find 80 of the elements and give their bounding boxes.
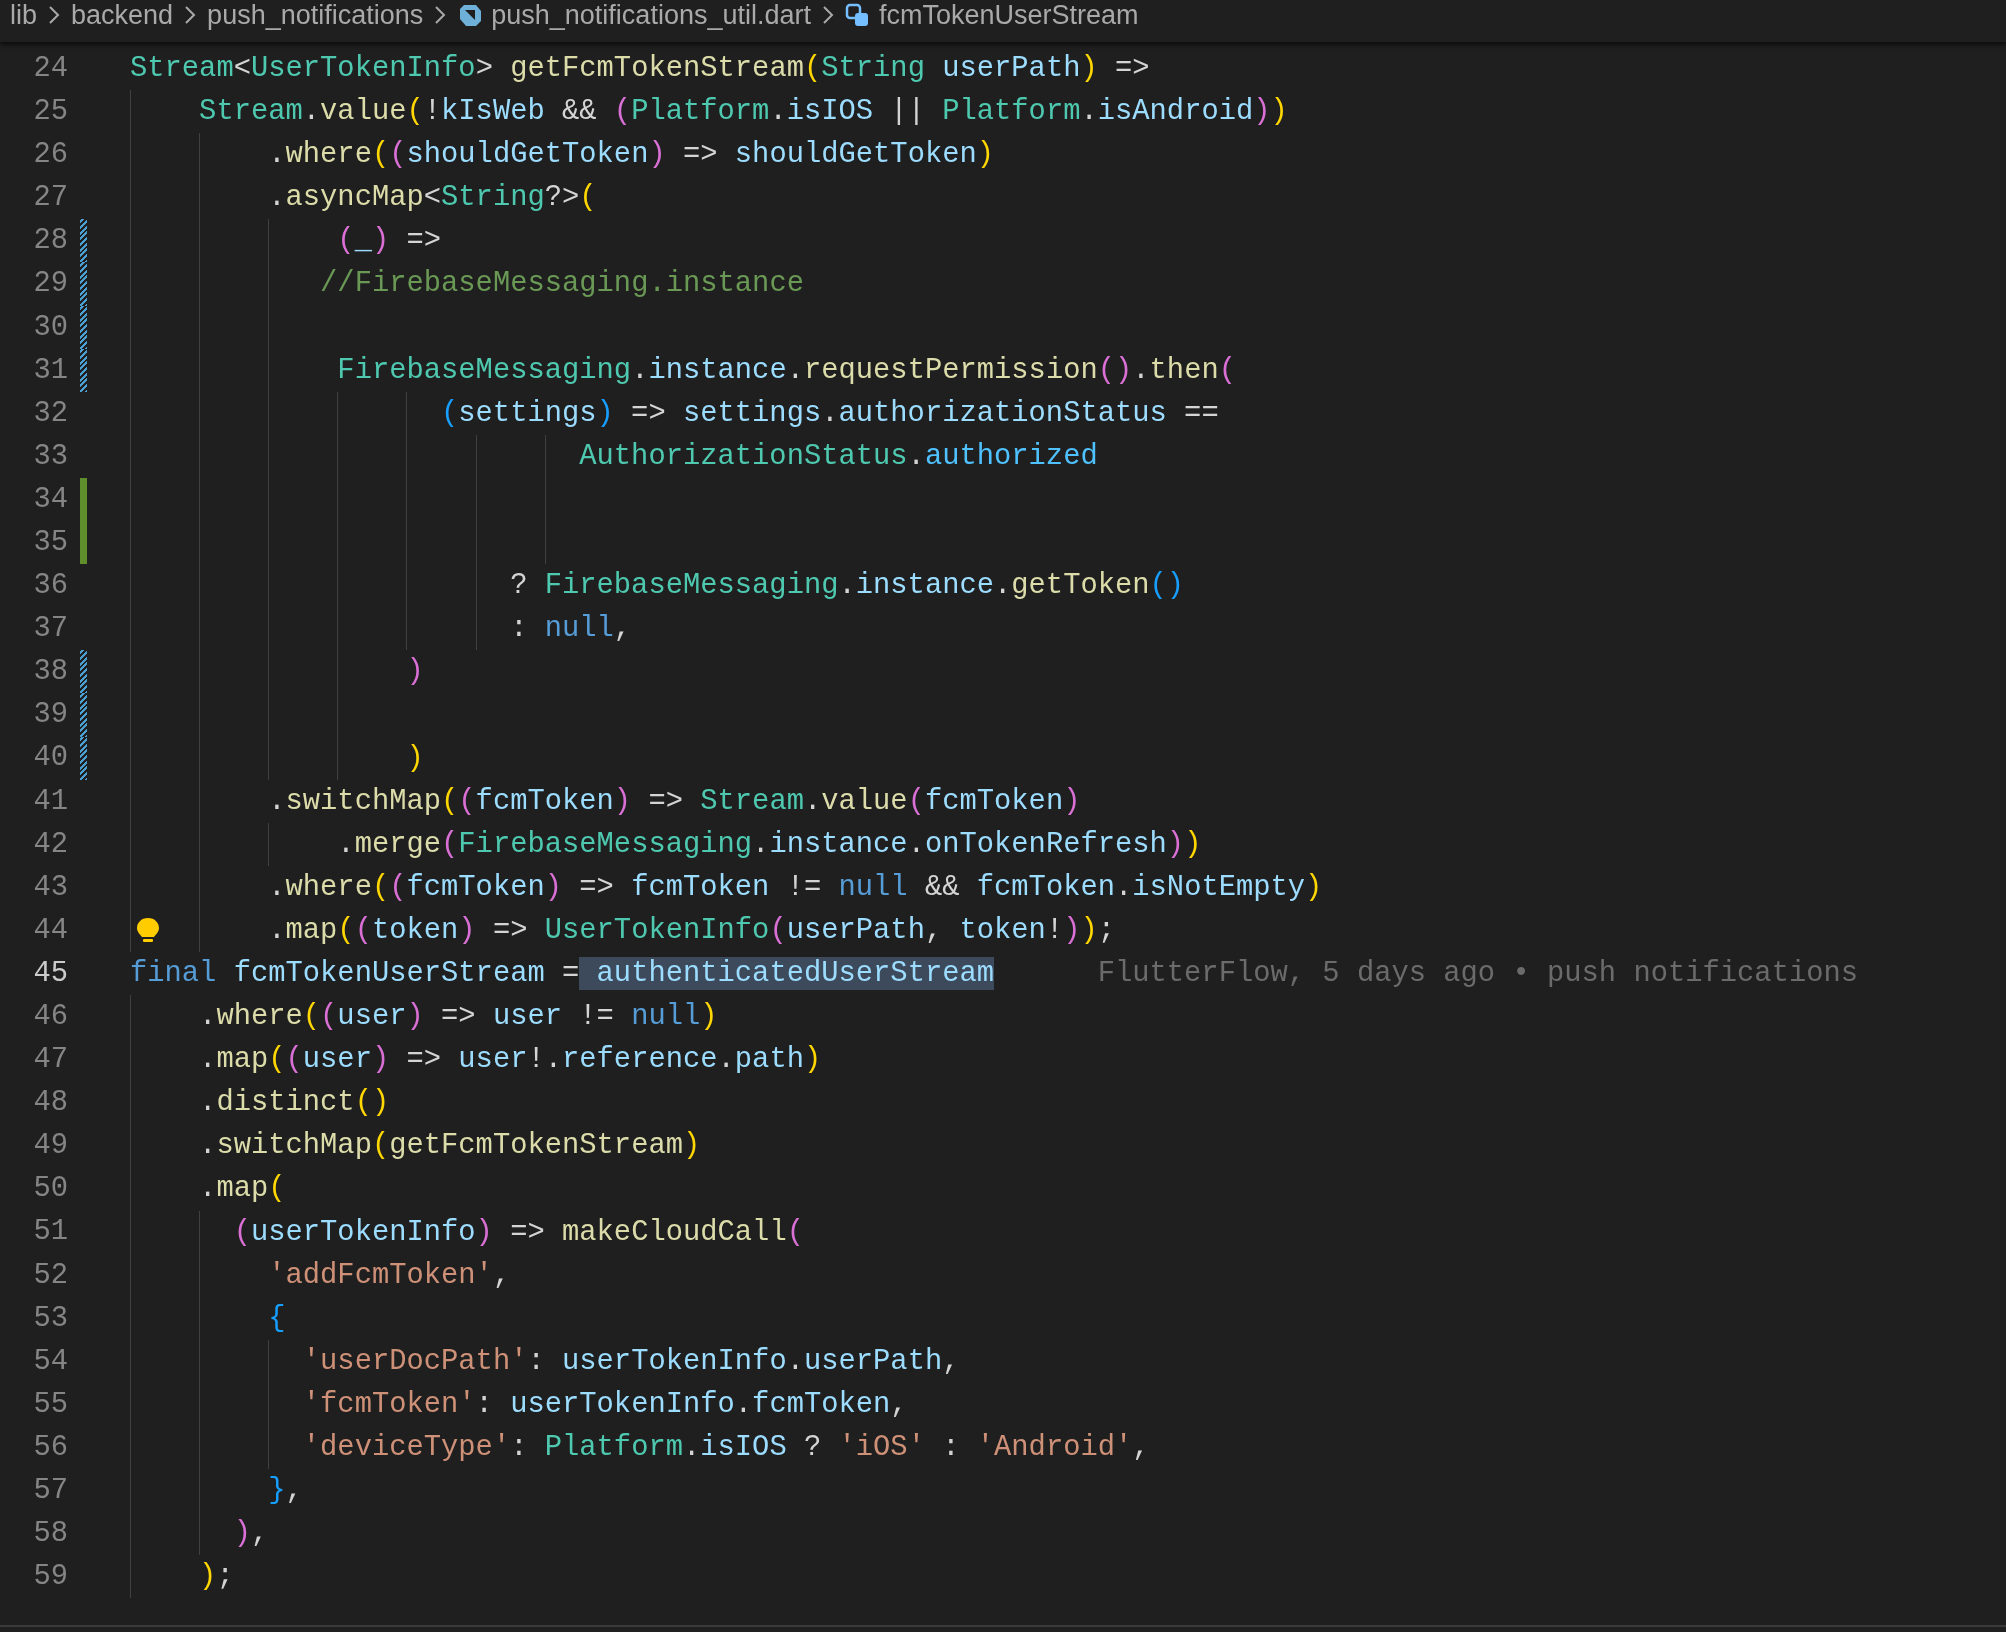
code-line: 'fcmToken': userTokenInfo.fcmToken, — [302, 1386, 908, 1423]
code-line: : null, — [510, 611, 632, 648]
code-line: ), — [233, 1516, 269, 1553]
line-number: 44 — [32, 912, 68, 949]
code-line: .where((fcmToken) => fcmToken != null && fcmToken.isNotEmpty) — [268, 869, 1323, 906]
code-line: .where((shouldGetToken) => shouldGetToken) — [268, 137, 995, 174]
code-line: ) — [406, 740, 424, 777]
line-number: 46 — [32, 999, 68, 1035]
line-number: 56 — [32, 1429, 68, 1466]
code-line: Stream<UserTokenInfo> getFcmTokenStream(String userPath) => — [130, 51, 1150, 87]
code-line: .distinct() — [199, 1085, 390, 1122]
line-number: 47 — [32, 1042, 68, 1079]
line-number: 38 — [32, 654, 68, 691]
line-number: 49 — [32, 1128, 68, 1165]
code-line: .switchMap((fcmToken) => Stream.value(fcmToken) — [268, 783, 1081, 820]
breadcrumb-item[interactable]: lib — [10, 0, 37, 30]
line-number: 48 — [32, 1085, 68, 1122]
line-number: 35 — [32, 525, 68, 561]
code-line: .switchMap(getFcmTokenStream) — [199, 1128, 701, 1165]
line-number: 37 — [32, 611, 68, 648]
line-number: 43 — [32, 869, 68, 906]
breadcrumb-item[interactable]: fcmTokenUserStream — [878, 0, 1139, 30]
line-number: 36 — [32, 568, 68, 605]
line-number: 51 — [32, 1214, 68, 1251]
line-number: 27 — [32, 180, 68, 217]
code-line: .map((user) => user!.reference.path) — [199, 1042, 822, 1079]
line-number: 34 — [32, 481, 68, 518]
code-line: (settings) => settings.authorizationStatus == — [441, 395, 1219, 432]
code-line: ) — [406, 654, 424, 691]
code-line: .where((user) => user != null) — [199, 999, 718, 1036]
chevron-icon — [183, 4, 198, 26]
line-number: 52 — [32, 1257, 68, 1294]
line-number: 33 — [32, 438, 68, 475]
line-number: 25 — [32, 94, 68, 131]
breadcrumb-item[interactable]: push_notifications — [207, 0, 424, 30]
code-line: (_) => — [337, 223, 442, 260]
line-number: 40 — [32, 740, 68, 777]
code-line: ); — [199, 1559, 234, 1596]
line-number: 30 — [32, 309, 68, 346]
code-line: }, — [268, 1473, 303, 1510]
line-number: 58 — [32, 1516, 68, 1553]
line-number: 28 — [32, 223, 68, 260]
chevron-icon — [820, 4, 835, 26]
variable-symbol-icon — [844, 2, 871, 28]
code-line: Stream.value(!kIsWeb && (Platform.isIOS || Platform.isAndroid)) — [199, 94, 1288, 131]
code-line: { — [268, 1300, 286, 1337]
chevron-icon — [433, 4, 448, 26]
code-line: .map((token) => UserTokenInfo(userPath, token!)); — [268, 912, 1115, 949]
code-line: (userTokenInfo) => makeCloudCall( — [233, 1214, 804, 1251]
line-number: 57 — [32, 1473, 68, 1510]
line-number: 59 — [32, 1559, 68, 1596]
line-number: 24 — [32, 50, 68, 87]
code-line: AuthorizationStatus.authorized — [579, 438, 1098, 475]
line-number: 42 — [32, 826, 68, 863]
line-number: 39 — [32, 697, 68, 734]
code-line: ? FirebaseMessaging.instance.getToken() — [510, 568, 1185, 605]
code-line: 'userDocPath': userTokenInfo.userPath, — [302, 1343, 960, 1380]
lightbulb-icon[interactable] — [136, 916, 160, 945]
line-number: 32 — [32, 395, 68, 432]
breadcrumb-item[interactable]: push_notifications_util.dart — [491, 0, 811, 30]
line-number: 45 — [32, 955, 68, 992]
code-line: 'addFcmToken', — [268, 1257, 511, 1294]
code-line: FirebaseMessaging.instance.requestPermission().then( — [337, 352, 1236, 389]
code-line: //FirebaseMessaging.instance — [320, 266, 804, 303]
line-number: 26 — [32, 137, 68, 174]
line-number: 50 — [32, 1171, 68, 1208]
line-number: 53 — [32, 1300, 68, 1337]
code-line: 'deviceType': Platform.isIOS ? 'iOS' : 'Android', — [302, 1430, 1150, 1466]
code-line: .merge(FirebaseMessaging.instance.onTokenRefresh)) — [337, 826, 1202, 863]
line-number: 31 — [32, 352, 68, 389]
line-number: 29 — [32, 266, 68, 303]
code-line: .asyncMap<String?>( — [268, 180, 597, 217]
chevron-icon — [47, 4, 61, 26]
code-line: final fcmTokenUserStream = authenticatedUserStream — [130, 955, 995, 992]
breadcrumb-item[interactable]: backend — [71, 0, 174, 30]
line-number: 54 — [32, 1343, 68, 1380]
blame-annotation: FlutterFlow, 5 days ago • push notifications — [1097, 955, 1859, 992]
line-number: 41 — [32, 783, 68, 820]
code-line: .map( — [199, 1171, 286, 1208]
line-number: 55 — [32, 1386, 68, 1423]
